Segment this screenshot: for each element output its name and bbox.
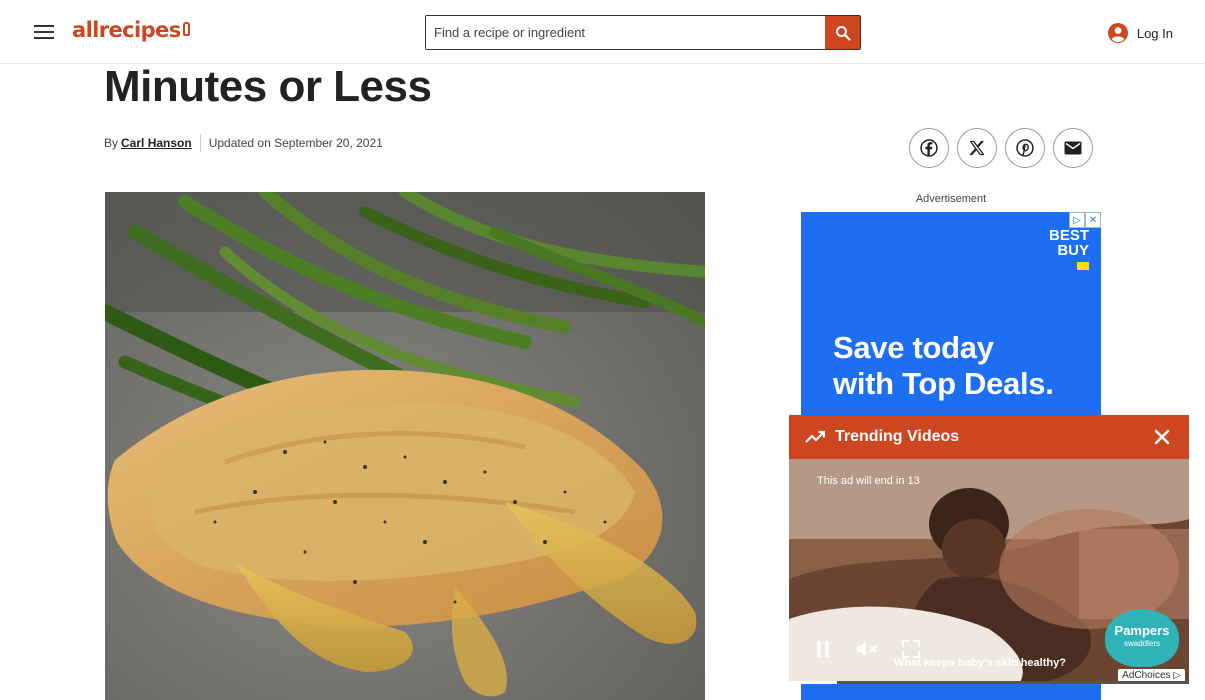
search-bar (425, 15, 861, 50)
share-bar (909, 128, 1093, 168)
search-button[interactable] (825, 16, 860, 49)
share-facebook-button[interactable] (909, 128, 949, 168)
hero-image-salmon (105, 192, 705, 700)
by-label: By (104, 136, 119, 150)
trending-video-player: Trending Videos This ad will end in 13 W… (789, 415, 1189, 684)
video-screen[interactable]: This ad will end in 13 What keeps baby's… (789, 459, 1189, 684)
search-input[interactable] (426, 16, 825, 49)
ad-options[interactable]: ▷ ✕ (1069, 212, 1101, 228)
ad-label: Advertisement (915, 193, 987, 205)
site-logo[interactable]: allrecipes (72, 18, 190, 42)
expand-icon (902, 640, 920, 658)
facebook-icon (920, 139, 938, 157)
sponsor-line1: Pampers (1114, 623, 1170, 638)
video-progress-fill (789, 681, 837, 684)
close-icon (1154, 429, 1170, 445)
ad-headline: Save today with Top Deals. (833, 330, 1054, 402)
share-x-button[interactable] (957, 128, 997, 168)
ad-brand-line1: BEST (1048, 227, 1089, 244)
share-email-button[interactable] (1053, 128, 1093, 168)
account-icon (1107, 23, 1128, 43)
sponsor-logo: Pampers swaddlers (1105, 609, 1179, 667)
x-icon (969, 140, 985, 156)
video-bar-title: Trending Videos (835, 428, 960, 445)
pause-icon (817, 641, 829, 657)
search-icon (835, 25, 851, 41)
byline: By Carl Hanson Updated on September 20, … (104, 134, 383, 152)
video-close-button[interactable] (1151, 426, 1173, 448)
article-title: Minutes or Less (104, 62, 432, 111)
menu-icon[interactable] (32, 22, 56, 42)
muted-speaker-icon (857, 641, 877, 657)
pause-button[interactable] (811, 637, 835, 661)
pinterest-icon (1016, 139, 1034, 157)
video-progress[interactable] (789, 681, 1189, 684)
video-caption: What keeps baby's skin healthy? (894, 657, 1066, 669)
sponsor-line2: swaddlers (1123, 639, 1160, 648)
ad-close-icon[interactable]: ✕ (1085, 212, 1101, 228)
email-icon (1064, 141, 1082, 155)
ad-headline-line2: with Top Deals. (833, 366, 1054, 401)
author-link[interactable]: Carl Hanson (121, 136, 192, 150)
site-header: allrecipes Log In (0, 0, 1205, 64)
ad-brand-line2: BUY (1057, 242, 1089, 259)
ad-timer: This ad will end in 13 (817, 475, 920, 487)
login-button[interactable]: Log In (1107, 22, 1173, 44)
byline-divider (199, 134, 201, 152)
share-pinterest-button[interactable] (1005, 128, 1045, 168)
adchoices-label: AdChoices (1122, 670, 1171, 681)
ad-brand-logo: BEST BUY (1037, 227, 1089, 270)
ad-info-icon[interactable]: ▷ (1069, 212, 1085, 228)
unmute-button[interactable] (855, 637, 879, 661)
login-label: Log In (1136, 25, 1173, 41)
logo-text: allrecipes (72, 18, 181, 42)
updated-date: Updated on September 20, 2021 (208, 136, 383, 150)
ad-headline-line1: Save today (833, 330, 994, 365)
trending-icon (805, 430, 825, 443)
video-header: Trending Videos (789, 415, 1189, 459)
